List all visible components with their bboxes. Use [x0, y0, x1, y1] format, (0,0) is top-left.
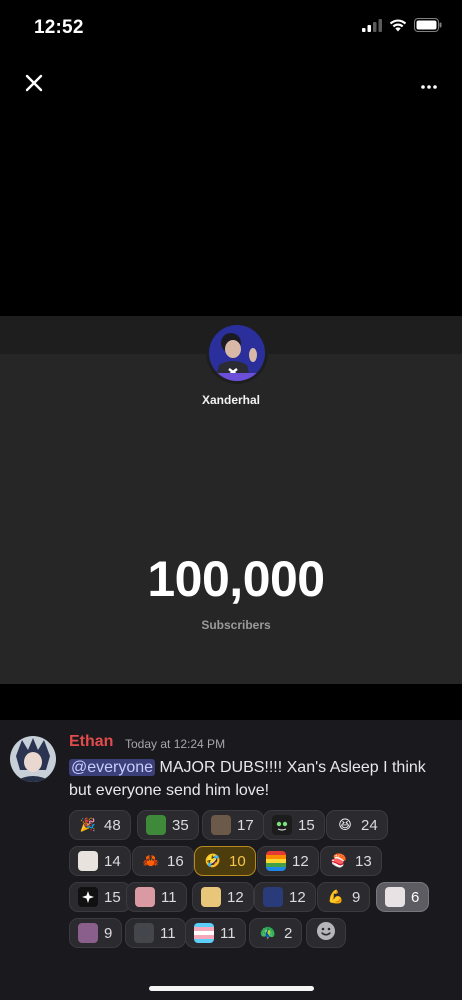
- reaction-row: 9 11 11 🦚 2: [69, 918, 449, 954]
- blue-character-icon: [263, 887, 283, 907]
- reaction-count: 9: [352, 888, 361, 906]
- dark-figure-icon: [134, 923, 154, 943]
- reaction-rofl-face[interactable]: 🤣 10: [194, 846, 256, 876]
- more-options-button[interactable]: [414, 71, 444, 99]
- reaction-count: 6: [411, 888, 420, 906]
- manga-panel-icon: [385, 887, 405, 907]
- author-avatar[interactable]: [10, 736, 56, 782]
- reaction-flexed-biceps[interactable]: 💪 9: [317, 882, 371, 912]
- reaction-manga-panel[interactable]: 6: [376, 882, 430, 912]
- signal-icon: [362, 18, 382, 37]
- reaction-count: 48: [104, 816, 121, 834]
- reaction-count: 13: [355, 852, 372, 870]
- subscriber-label: Subscribers: [201, 618, 271, 632]
- reaction-row: 15 11 12 12 💪 9 6: [69, 882, 449, 918]
- party-popper-icon: 🎉: [79, 817, 97, 832]
- alien-face-icon: [272, 815, 292, 835]
- star-logo-icon: [78, 887, 98, 907]
- reaction-count: 12: [289, 888, 306, 906]
- pride-flag-icon: [266, 851, 286, 871]
- reaction-pink-anime[interactable]: 11: [126, 882, 187, 912]
- reaction-purple-girl[interactable]: 9: [69, 918, 123, 948]
- trans-flag-icon: [194, 923, 214, 943]
- reaction-pepe-frog[interactable]: 35: [137, 810, 199, 840]
- reaction-count: 10: [229, 852, 246, 870]
- home-indicator[interactable]: [149, 986, 314, 991]
- reaction-count: 24: [361, 816, 378, 834]
- creator-name: Xanderhal: [201, 393, 261, 407]
- status-time: 12:52: [34, 17, 84, 38]
- reaction-pride-flag[interactable]: 12: [257, 846, 319, 876]
- peacock-icon: 🦚: [259, 925, 277, 940]
- reaction-crab[interactable]: 🦀 16: [132, 846, 194, 876]
- anime-cat-icon: [78, 851, 98, 871]
- pepe-frog-icon: [146, 815, 166, 835]
- reaction-count: 35: [172, 816, 189, 834]
- message-author[interactable]: Ethan: [69, 733, 113, 751]
- rofl-face-icon: 🤣: [204, 853, 222, 868]
- wifi-icon: [389, 18, 407, 37]
- pink-anime-icon: [135, 887, 155, 907]
- reaction-count: 14: [104, 852, 121, 870]
- reaction-star-logo[interactable]: 15: [69, 882, 131, 912]
- reaction-count: 16: [167, 852, 184, 870]
- flexed-biceps-icon: 💪: [327, 889, 345, 904]
- reaction-count: 2: [284, 924, 293, 942]
- reaction-custom-emote[interactable]: 17: [202, 810, 264, 840]
- reaction-blonde-anime[interactable]: 12: [192, 882, 254, 912]
- reaction-count: 11: [161, 888, 177, 906]
- reaction-count: 9: [104, 924, 113, 942]
- reaction-count: 11: [220, 924, 236, 942]
- reaction-row: 14 🦀 16 🤣 10 12 🍣 13: [69, 846, 449, 882]
- creator-avatar: [206, 322, 268, 384]
- laughing-face-icon: 😆: [338, 817, 352, 832]
- custom-emote-icon: [211, 815, 231, 835]
- message-timestamp: Today at 12:24 PM: [125, 737, 226, 751]
- sushi-icon: 🍣: [330, 853, 348, 868]
- reaction-peacock[interactable]: 🦚 2: [249, 918, 303, 948]
- reaction-bar: 🎉 48 35 17 15 😆 24 14 🦀 16 🤣 10 12 🍣 13 …: [69, 810, 449, 954]
- mention-everyone[interactable]: @everyone: [69, 759, 156, 776]
- battery-icon: [414, 18, 442, 37]
- chat-message-area: Ethan Today at 12:24 PM @everyone MAJOR …: [0, 720, 462, 1000]
- purple-girl-icon: [78, 923, 98, 943]
- reaction-alien-face[interactable]: 15: [263, 810, 325, 840]
- close-button[interactable]: [20, 71, 48, 99]
- reaction-count: 15: [104, 888, 121, 906]
- reaction-count: 15: [298, 816, 315, 834]
- reaction-laughing-face[interactable]: 😆 24: [326, 810, 388, 840]
- reaction-count: 12: [292, 852, 309, 870]
- crab-icon: 🦀: [142, 853, 160, 868]
- status-bar: 12:52: [0, 0, 462, 56]
- subscriber-count: 100,000: [147, 551, 325, 607]
- add-reaction-icon: [316, 921, 336, 946]
- status-icons: [362, 18, 442, 37]
- add-reaction-button[interactable]: [306, 918, 346, 948]
- reaction-trans-flag[interactable]: 11: [185, 918, 246, 948]
- reaction-blue-character[interactable]: 12: [254, 882, 316, 912]
- reaction-row: 🎉 48 35 17 15 😆 24: [69, 810, 449, 846]
- more-horizontal-icon: [421, 76, 437, 94]
- blonde-anime-icon: [201, 887, 221, 907]
- reaction-count: 17: [237, 816, 254, 834]
- message-body: @everyone MAJOR DUBS!!!! Xan's Asleep I …: [69, 756, 449, 802]
- reaction-count: 11: [160, 924, 176, 942]
- reaction-sushi[interactable]: 🍣 13: [320, 846, 382, 876]
- reaction-party-popper[interactable]: 🎉 48: [69, 810, 131, 840]
- reaction-anime-cat[interactable]: 14: [69, 846, 131, 876]
- reaction-count: 12: [227, 888, 244, 906]
- reaction-dark-figure[interactable]: 11: [125, 918, 186, 948]
- close-icon: [25, 74, 43, 97]
